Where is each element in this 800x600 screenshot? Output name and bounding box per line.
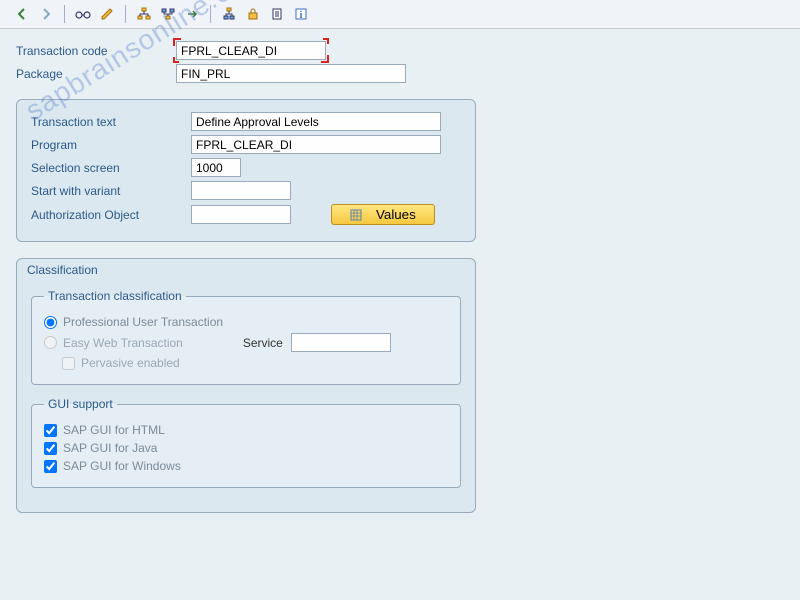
gui-html-checkbox[interactable] bbox=[44, 424, 57, 437]
main-content: Transaction code Package Transaction tex… bbox=[0, 29, 800, 525]
tcode-label: Transaction code bbox=[16, 44, 176, 58]
doc-icon[interactable] bbox=[267, 4, 287, 24]
service-input bbox=[291, 333, 391, 352]
values-button-label: Values bbox=[376, 207, 416, 222]
package-input[interactable] bbox=[176, 64, 406, 83]
package-label: Package bbox=[16, 67, 176, 81]
values-button[interactable]: Values bbox=[331, 204, 435, 225]
variant-label: Start with variant bbox=[31, 184, 191, 198]
edit-icon[interactable] bbox=[97, 4, 117, 24]
toolbar: i bbox=[0, 0, 800, 29]
authobj-input[interactable] bbox=[191, 205, 291, 224]
program-input[interactable] bbox=[191, 135, 441, 154]
variant-input[interactable] bbox=[191, 181, 291, 200]
pervasive-checkbox bbox=[62, 357, 75, 370]
authobj-label: Authorization Object bbox=[31, 208, 191, 222]
tree-icon[interactable] bbox=[219, 4, 239, 24]
gui-support-fieldset: GUI support SAP GUI for HTML SAP GUI for… bbox=[31, 397, 461, 488]
forward-icon[interactable] bbox=[36, 4, 56, 24]
ttext-label: Transaction text bbox=[31, 115, 191, 129]
gui-html-label: SAP GUI for HTML bbox=[63, 423, 165, 437]
info-icon[interactable]: i bbox=[291, 4, 311, 24]
grid-icon bbox=[350, 209, 362, 221]
hierarchy-icon[interactable] bbox=[134, 4, 154, 24]
radio-professional-label: Professional User Transaction bbox=[63, 315, 223, 329]
tc-legend: Transaction classification bbox=[44, 289, 186, 303]
where-used-icon[interactable] bbox=[158, 4, 178, 24]
gui-java-label: SAP GUI for Java bbox=[63, 441, 157, 455]
glasses-icon[interactable] bbox=[73, 4, 93, 24]
selscreen-input[interactable] bbox=[191, 158, 241, 177]
detail-group: Transaction text Program Selection scree… bbox=[16, 99, 476, 242]
lock-icon[interactable] bbox=[243, 4, 263, 24]
tcode-input[interactable] bbox=[176, 41, 326, 60]
gui-legend: GUI support bbox=[44, 397, 117, 411]
transaction-classification-fieldset: Transaction classification Professional … bbox=[31, 289, 461, 385]
radio-professional[interactable] bbox=[44, 316, 57, 329]
back-icon[interactable] bbox=[12, 4, 32, 24]
selscreen-label: Selection screen bbox=[31, 161, 191, 175]
svg-text:i: i bbox=[300, 10, 303, 21]
gui-win-checkbox[interactable] bbox=[44, 460, 57, 473]
radio-easyweb bbox=[44, 336, 57, 349]
service-label: Service bbox=[243, 336, 283, 350]
gui-win-label: SAP GUI for Windows bbox=[63, 459, 181, 473]
gui-java-checkbox[interactable] bbox=[44, 442, 57, 455]
pervasive-label: Pervasive enabled bbox=[81, 356, 180, 370]
radio-easyweb-label: Easy Web Transaction bbox=[63, 336, 183, 350]
classification-title: Classification bbox=[17, 259, 475, 281]
program-label: Program bbox=[31, 138, 191, 152]
ttext-input[interactable] bbox=[191, 112, 441, 131]
classification-group: Classification Transaction classificatio… bbox=[16, 258, 476, 513]
arrow-right-icon[interactable] bbox=[182, 4, 202, 24]
